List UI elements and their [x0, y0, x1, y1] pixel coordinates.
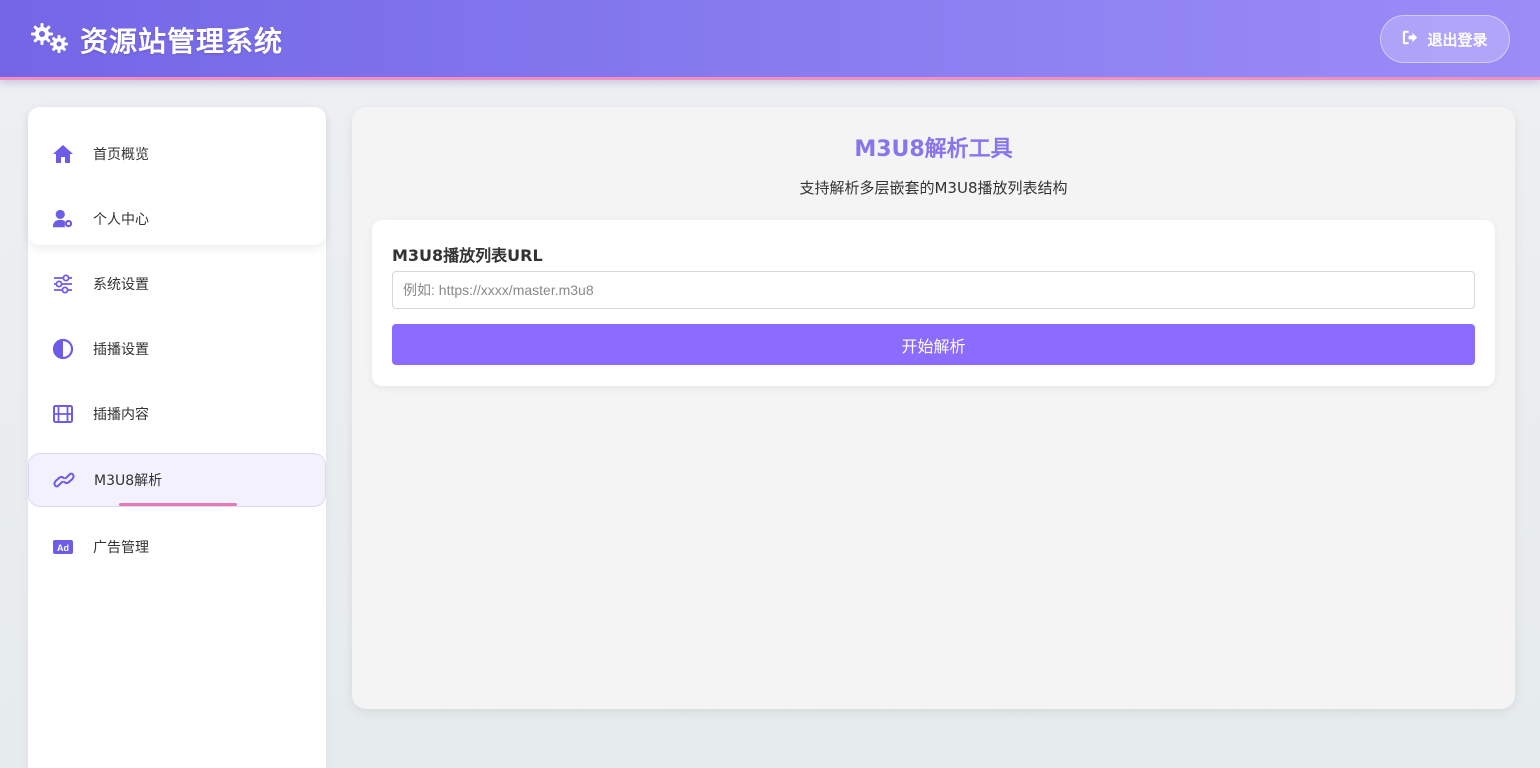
page-title: M3U8解析工具	[854, 137, 1013, 162]
sidebar-item-home[interactable]: 首页概览	[28, 127, 326, 181]
page-subtitle: 支持解析多层嵌套的M3U8播放列表结构	[799, 179, 1068, 197]
sidebar-item-profile[interactable]: 个人中心	[28, 192, 326, 246]
sidebar-item-label: 系统设置	[93, 277, 149, 293]
ad-icon: Ad	[50, 534, 76, 560]
active-indicator	[119, 503, 237, 506]
sidebar-item-m3u8-parse[interactable]: M3U8解析	[28, 453, 326, 507]
user-cog-icon	[50, 206, 76, 232]
sidebar-item-insert-settings[interactable]: 插播设置	[28, 322, 326, 376]
sidebar-item-ad-management[interactable]: Ad 广告管理	[28, 520, 326, 574]
sidebar: 首页概览 个人中心 系统设置 插播设置 插播内容 M3U8解析 Ad 广告管理	[28, 107, 326, 768]
sidebar-item-label: 插播内容	[93, 407, 149, 423]
svg-text:Ad: Ad	[57, 543, 69, 553]
logout-label: 退出登录	[1427, 30, 1488, 49]
half-circle-icon	[50, 336, 76, 362]
url-form-card: M3U8播放列表URL 开始解析	[372, 220, 1495, 386]
sidebar-item-system-settings[interactable]: 系统设置	[28, 257, 326, 311]
gears-icon	[30, 22, 70, 56]
sidebar-item-label: 首页概览	[93, 147, 149, 163]
sidebar-item-label: 广告管理	[93, 540, 149, 556]
home-icon	[50, 141, 76, 167]
sign-out-icon	[1402, 29, 1419, 50]
sidebar-item-label: 个人中心	[93, 212, 149, 228]
logout-button[interactable]: 退出登录	[1380, 15, 1510, 63]
sidebar-item-label: M3U8解析	[94, 473, 163, 489]
app-title: 资源站管理系统	[80, 25, 284, 58]
m3u8-url-input[interactable]	[392, 271, 1475, 309]
sliders-icon	[50, 271, 76, 297]
sidebar-item-label: 插播设置	[93, 342, 149, 358]
main-panel: M3U8解析工具 支持解析多层嵌套的M3U8播放列表结构 M3U8播放列表URL…	[352, 107, 1515, 709]
url-field-label: M3U8播放列表URL	[392, 246, 543, 265]
film-icon	[50, 401, 76, 427]
start-parse-button[interactable]: 开始解析	[392, 324, 1475, 365]
top-header: 资源站管理系统 退出登录	[0, 0, 1540, 80]
sidebar-item-insert-content[interactable]: 插播内容	[28, 387, 326, 441]
link-icon	[51, 467, 77, 493]
